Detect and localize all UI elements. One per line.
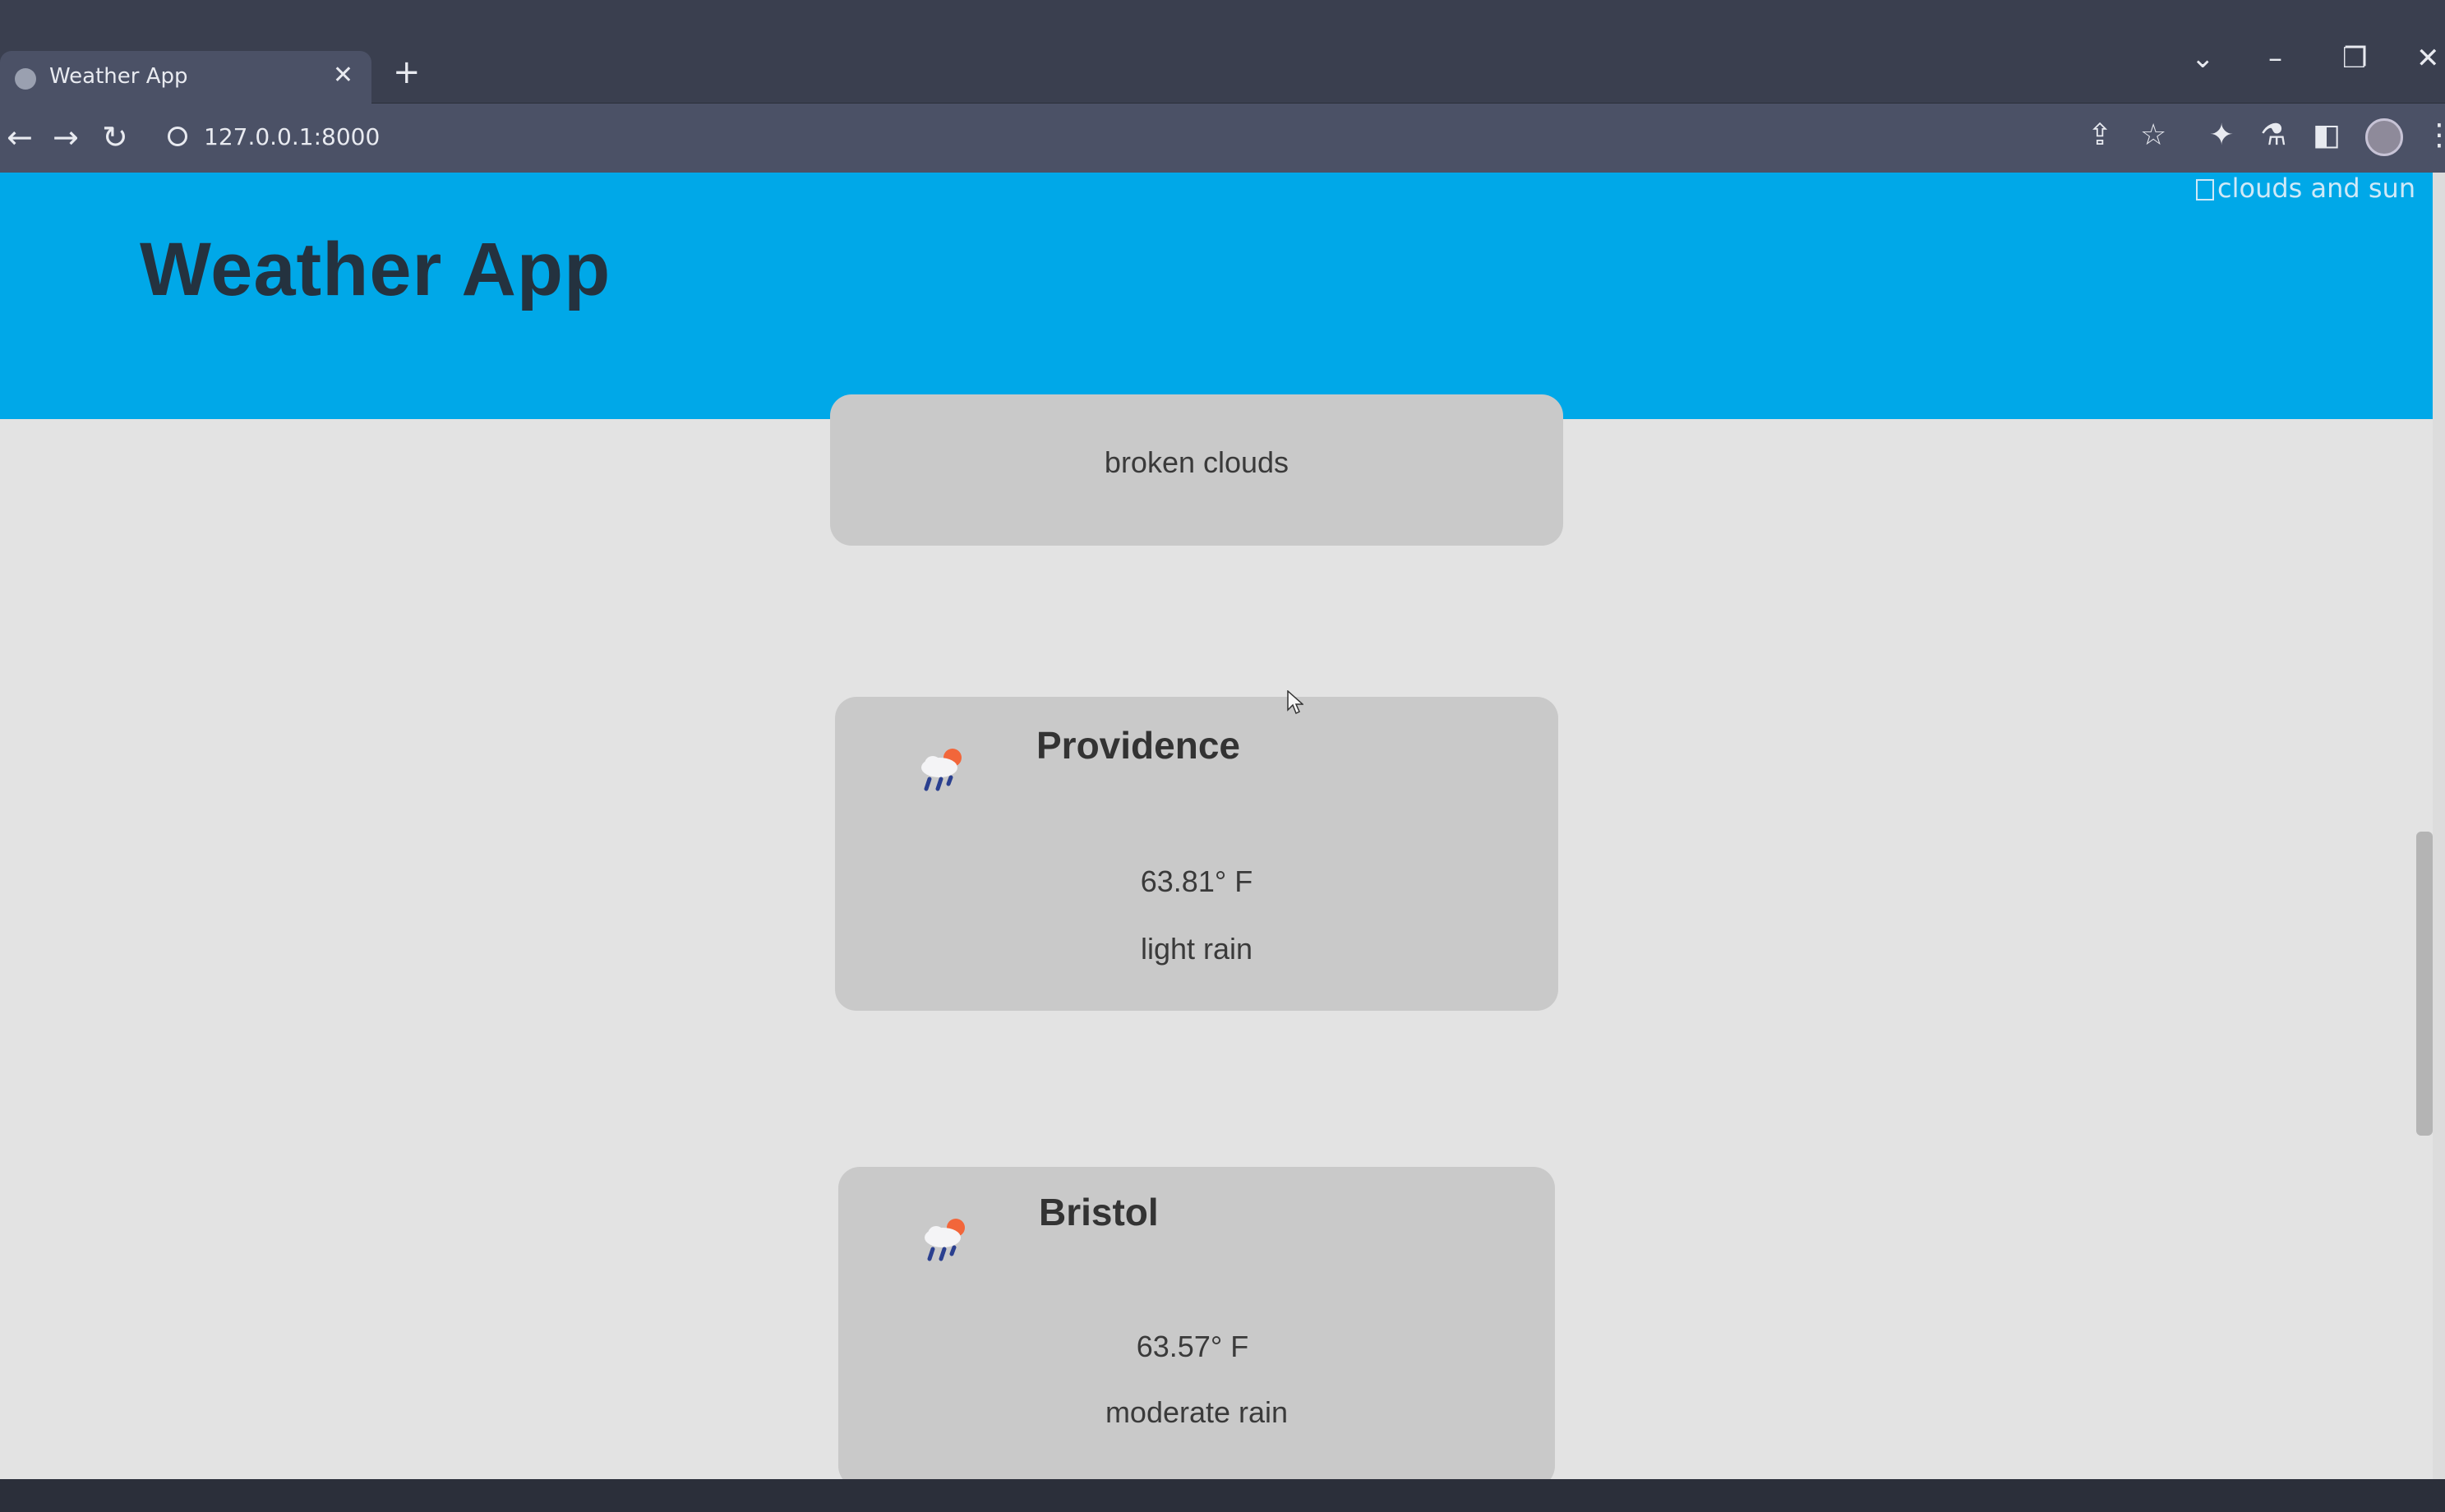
address-bar[interactable]: 127.0.0.1:8000 bbox=[204, 123, 380, 150]
weather-card: Bristol 63.57° F moderate rain bbox=[838, 1167, 1555, 1487]
page-title: Weather App bbox=[140, 228, 611, 311]
weather-card: Providence 63.81° F light rain bbox=[835, 697, 1558, 1011]
menu-icon[interactable]: ⋮ bbox=[2424, 120, 2445, 151]
share-icon[interactable]: ⇪ bbox=[2087, 120, 2112, 151]
weather-list: broken clouds Providence 63.81° F light … bbox=[0, 394, 2433, 1512]
minimize-button[interactable]: – bbox=[2268, 44, 2282, 72]
site-info-icon[interactable] bbox=[168, 127, 187, 146]
mouse-cursor-icon bbox=[1287, 690, 1303, 715]
temperature: 63.57° F bbox=[1136, 1330, 1249, 1363]
tab-search-chevron-icon[interactable]: ⌄ bbox=[2191, 44, 2215, 72]
labs-icon[interactable]: ⚗ bbox=[2260, 120, 2286, 151]
tab-title: Weather App bbox=[49, 64, 188, 89]
back-button[interactable]: ← bbox=[7, 122, 33, 153]
new-tab-button[interactable]: + bbox=[393, 56, 421, 89]
weather-description: moderate rain bbox=[1105, 1395, 1289, 1429]
header-image-alt: clouds and sun bbox=[2217, 173, 2416, 204]
globe-icon bbox=[15, 68, 36, 90]
rain-sun-icon bbox=[921, 749, 962, 791]
weather-description: broken clouds bbox=[1104, 445, 1289, 479]
header-image: clouds and sun bbox=[2196, 173, 2415, 204]
weather-description: light rain bbox=[1140, 932, 1253, 966]
broken-image-icon bbox=[2196, 179, 2214, 201]
restore-button[interactable]: ❐ bbox=[2342, 44, 2367, 72]
tab-weather-app[interactable]: Weather App ✕ bbox=[0, 51, 371, 104]
reload-button[interactable]: ↻ bbox=[102, 122, 128, 153]
weather-card: broken clouds bbox=[830, 394, 1563, 546]
rain-sun-icon bbox=[925, 1219, 965, 1261]
browser-titlebar: Weather App ✕ + ⌄ – ❐ ✕ bbox=[0, 0, 2445, 104]
screen-bezel bbox=[0, 1479, 2445, 1512]
browser-toolbar: ← → ↻ 127.0.0.1:8000 ⇪ ☆ ✦ ⚗ ◧ ⋮ bbox=[0, 104, 2445, 173]
tab-close-icon[interactable]: ✕ bbox=[333, 61, 353, 90]
page-viewport: Weather App clouds and sun broken clouds… bbox=[0, 173, 2445, 1512]
app-header: Weather App clouds and sun bbox=[0, 173, 2433, 419]
city-name: Bristol bbox=[1039, 1191, 1159, 1233]
city-name: Providence bbox=[1036, 724, 1240, 767]
extensions-icon[interactable]: ✦ bbox=[2209, 120, 2234, 151]
scrollbar-thumb[interactable] bbox=[2416, 832, 2433, 1136]
bookmark-star-icon[interactable]: ☆ bbox=[2140, 120, 2166, 151]
forward-button[interactable]: → bbox=[53, 122, 79, 153]
window-close-button[interactable]: ✕ bbox=[2416, 44, 2440, 72]
temperature: 63.81° F bbox=[1140, 864, 1253, 898]
profile-avatar[interactable] bbox=[2365, 118, 2403, 156]
side-panel-icon[interactable]: ◧ bbox=[2313, 120, 2341, 151]
